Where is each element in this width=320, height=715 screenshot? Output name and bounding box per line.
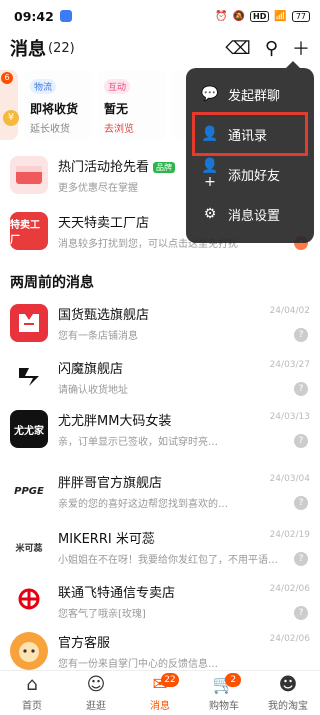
contacts-icon: 👤: [201, 126, 219, 142]
help-icon: ?: [294, 552, 308, 566]
avatar: [10, 304, 48, 342]
list-item[interactable]: 闪魔旗舰店 请确认收货地址 24/03/27 ?: [0, 352, 320, 402]
profile-icon: ☻: [278, 673, 298, 695]
avatar: 米可蕊: [10, 528, 48, 566]
tab-cart[interactable]: 🛒 2 购物车: [192, 671, 256, 715]
tab-explore[interactable]: ☺ 逛逛: [64, 671, 128, 715]
menu-item-label: 发起群聊: [228, 88, 281, 104]
tab-home[interactable]: ⌂ 首页: [0, 671, 64, 715]
explore-icon: ☺: [86, 673, 106, 695]
plus-icon[interactable]: ＋: [292, 35, 310, 61]
message-preview: 亲，订单显示已签收，如试穿时亮…: [58, 437, 218, 448]
message-date: 24/02/06: [269, 634, 310, 644]
coin-icon: ¥: [3, 110, 19, 126]
wifi-icon: 📶: [274, 10, 287, 22]
header-actions: ⌫ ⚲ ＋: [225, 35, 310, 61]
avatar: 特卖工厂: [10, 212, 48, 250]
avatar: [10, 358, 48, 396]
menu-item-message-settings[interactable]: ⚙ 消息设置: [186, 194, 314, 234]
tab-badge: 22: [161, 673, 179, 687]
list-item[interactable]: 官方客服 您有一份来自掌门中心的反馈信息… 24/02/06: [0, 626, 320, 676]
message-date: 24/03/13: [269, 412, 310, 422]
battery-indicator: 77: [291, 10, 310, 22]
page-header: 消息 (22) ⌫ ⚲ ＋: [0, 32, 320, 64]
tab-label: 首页: [22, 700, 42, 712]
bottom-tab-bar: ⌂ 首页 ☺ 逛逛 ✉ 22 消息 🛒 2 购物车 ☻ 我的淘宝: [0, 670, 320, 715]
avatar: [10, 632, 48, 670]
help-icon: ?: [294, 606, 308, 620]
help-icon: ?: [294, 496, 308, 510]
tab-label: 逛逛: [86, 700, 106, 712]
message-date: 24/02/06: [269, 584, 310, 594]
tab-label: 消息: [150, 700, 170, 712]
card-sub: 延长收货: [30, 124, 70, 135]
unicom-logo-icon: [18, 588, 40, 610]
help-icon: ?: [294, 382, 308, 396]
list-item[interactable]: PPGE 胖胖哥官方旗舰店 亲爱的您的喜好这边帮您找到喜欢的… 24/03/04…: [0, 466, 320, 516]
list-item[interactable]: 国货甄选旗舰店 您有一条店铺消息 24/04/02 ?: [0, 298, 320, 348]
tab-label: 我的淘宝: [268, 700, 308, 712]
mute-icon: 🔕: [232, 10, 246, 22]
promo-card-partial[interactable]: 6 ¥: [0, 70, 19, 140]
avatar: 尤尤家: [10, 410, 48, 448]
tab-messages[interactable]: ✉ 22 消息: [128, 671, 192, 715]
plus-popup-menu: 💬 发起群聊 👤 通讯录 👤+ 添加好友 ⚙ 消息设置: [186, 61, 314, 243]
help-icon: ?: [294, 434, 308, 448]
menu-item-group-chat[interactable]: 💬 发起群聊: [186, 74, 314, 114]
message-date: 24/04/02: [269, 306, 310, 316]
card-main: 即将收货: [30, 102, 79, 116]
card-tag: 互动: [104, 79, 131, 94]
service-mascot-icon: [19, 642, 39, 662]
interaction-card[interactable]: 互动 暂无 去浏览: [98, 70, 166, 140]
section-title: 两周前的消息: [10, 275, 94, 291]
menu-item-label: 消息设置: [228, 208, 281, 224]
message-date: 24/03/04: [269, 474, 310, 484]
message-date: 24/03/27: [269, 360, 310, 370]
settings-icon: ⚙: [203, 206, 217, 222]
search-icon[interactable]: ⚲: [265, 38, 278, 59]
tab-badge: 2: [225, 673, 242, 687]
status-bar: 09:42 ⏰ 🔕 HD 📶 77: [0, 0, 320, 32]
brand-badge: 品牌: [153, 162, 176, 173]
add-friend-icon: 👤+: [201, 158, 219, 190]
message-preview: 您客气了哦亲[玫瑰]: [58, 609, 146, 620]
menu-item-label: 添加好友: [228, 168, 281, 184]
card-sub: 去浏览: [104, 124, 134, 135]
message-count: (22): [48, 40, 75, 56]
card-tag: 物流: [30, 79, 57, 94]
message-preview: 您有一条店铺消息: [58, 331, 138, 342]
status-icons: ⏰ 🔕 HD 📶 77: [215, 10, 310, 22]
clear-icon[interactable]: ⌫: [225, 38, 250, 59]
page-title: 消息: [10, 39, 46, 60]
list-item[interactable]: 米可蕊 MIKERRI 米可蕊 小姐姐在不在呀！我要给你发红包了，不用平语… 2…: [0, 522, 320, 572]
menu-item-contacts[interactable]: 👤 通讯录: [192, 112, 308, 156]
avatar: [10, 582, 48, 620]
chat-icon: 💬: [201, 86, 219, 102]
hd-badge: HD: [250, 10, 270, 22]
card-main: 暂无: [104, 102, 129, 116]
message-preview: 亲爱的您的喜好这边帮您找到喜欢的…: [58, 499, 228, 510]
message-preview: 请确认收货地址: [58, 385, 128, 396]
card-badge: 6: [1, 72, 13, 84]
app-notification-icon: [59, 10, 72, 22]
list-item[interactable]: 联通飞特通信专卖店 您客气了哦亲[玫瑰] 24/02/06 ?: [0, 576, 320, 626]
message-date: 24/02/19: [269, 530, 310, 540]
shop-logo-icon: [19, 368, 39, 386]
menu-item-add-friend[interactable]: 👤+ 添加好友: [186, 154, 314, 194]
menu-item-label: 通讯录: [228, 128, 268, 144]
shop-logo-icon: [19, 314, 39, 332]
alarm-icon: ⏰: [215, 10, 228, 22]
message-preview: 小姐姐在不在呀！我要给你发红包了，不用平语…: [58, 555, 278, 566]
status-time: 09:42: [14, 8, 54, 24]
tab-profile[interactable]: ☻ 我的淘宝: [256, 671, 320, 715]
logistics-card[interactable]: 物流 即将收货 延长收货: [24, 70, 92, 140]
home-icon: ⌂: [26, 673, 38, 695]
avatar: PPGE: [10, 472, 48, 510]
list-item[interactable]: 尤尤家 尤尤胖MM大码女装 亲，订单显示已签收，如试穿时亮… 24/03/13 …: [0, 404, 320, 454]
shop-promo-icon: [16, 166, 42, 184]
help-icon: ?: [294, 328, 308, 342]
avatar: [10, 156, 48, 194]
tab-label: 购物车: [209, 700, 239, 712]
message-preview: 您有一份来自掌门中心的反馈信息…: [58, 659, 218, 670]
